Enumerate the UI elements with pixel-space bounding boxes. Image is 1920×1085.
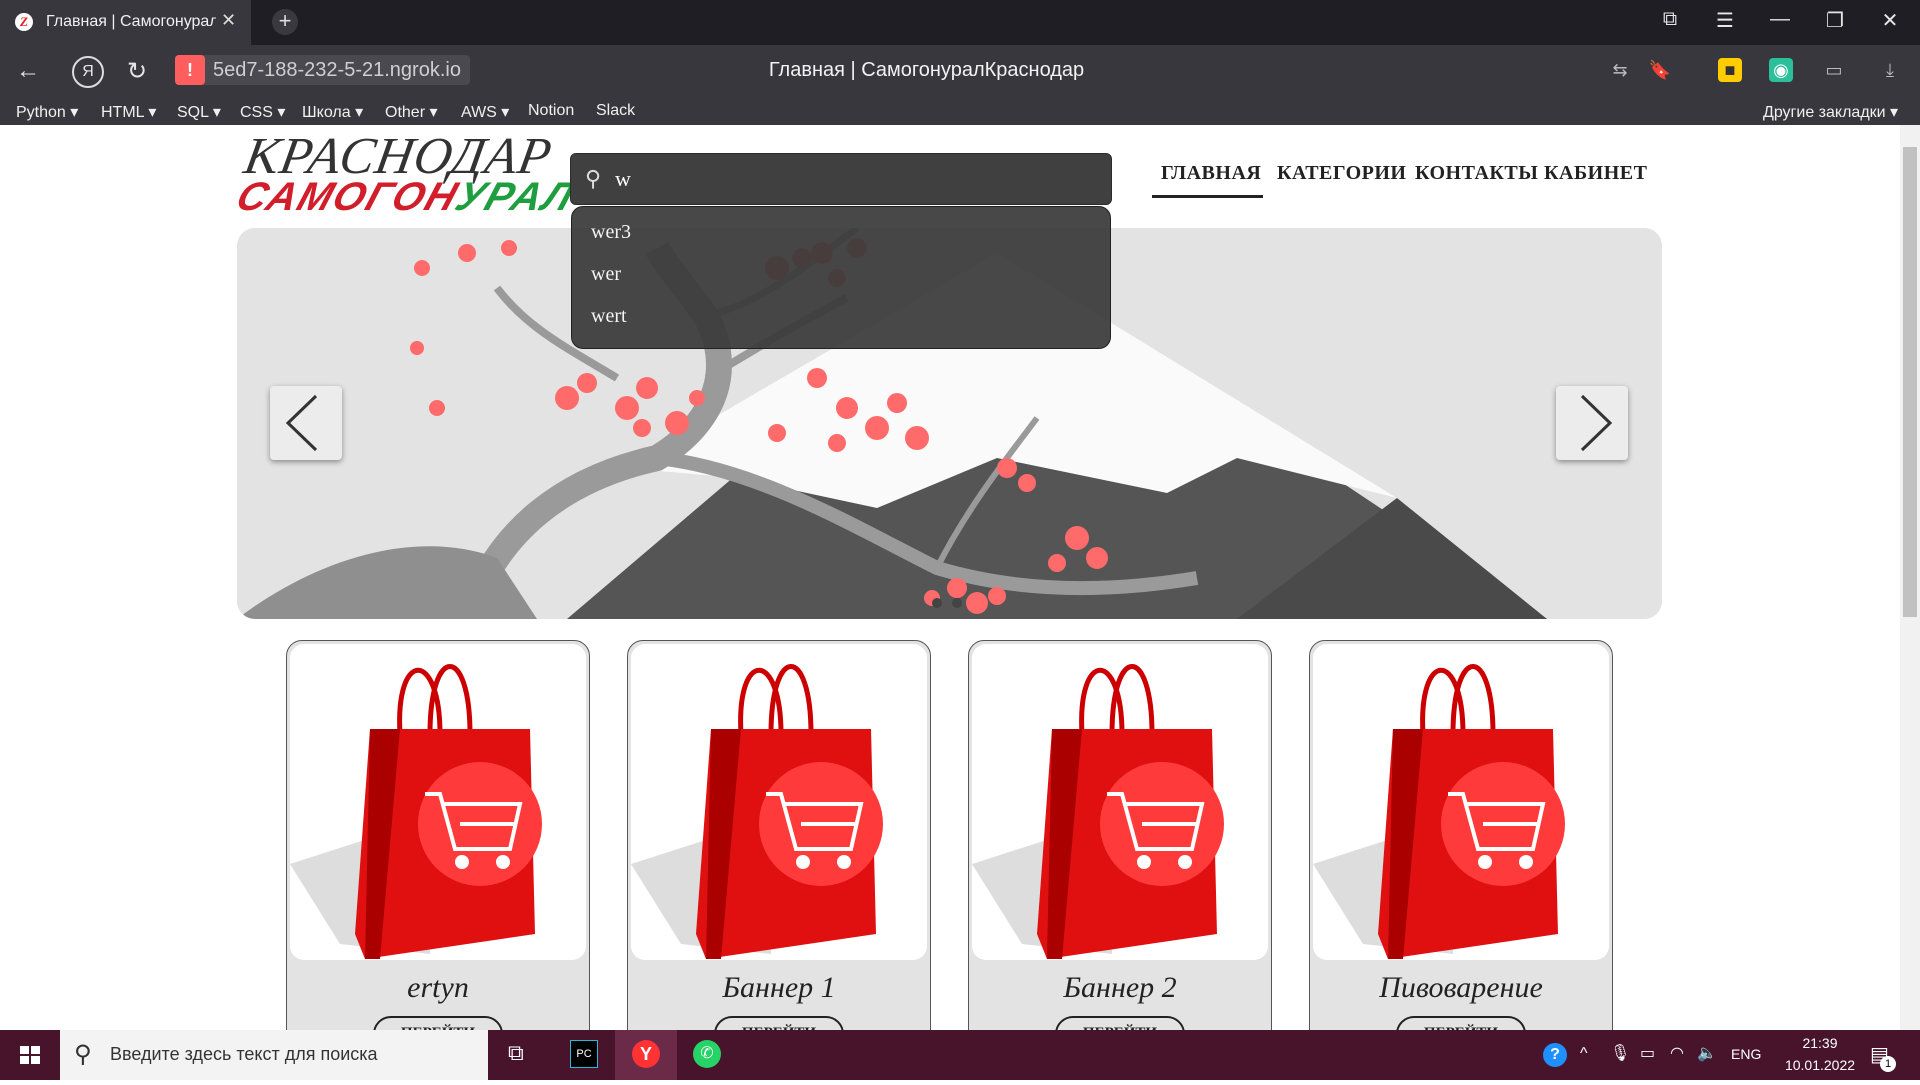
search-icon: ⚲ xyxy=(585,166,602,191)
bookmark-notion[interactable]: Notion xyxy=(528,102,574,120)
category-card[interactable]: Баннер 2 ПЕРЕЙТИ xyxy=(968,640,1272,1062)
notification-count-badge: 1 xyxy=(1880,1056,1896,1072)
search-icon: ⚲ xyxy=(74,1041,92,1068)
translate-icon[interactable]: ⇆ xyxy=(1608,58,1632,82)
other-bookmarks[interactable]: Другие закладки ▾ xyxy=(1763,102,1898,122)
category-card[interactable]: Баннер 1 ПЕРЕЙТИ xyxy=(627,640,931,1062)
shopping-bag-image xyxy=(290,644,586,960)
nav-cabinet[interactable]: КАБИНЕТ xyxy=(1544,162,1647,185)
taskbar-search-placeholder: Введите здесь текст для поиска xyxy=(110,1044,378,1064)
windows-start-button[interactable] xyxy=(0,1030,60,1080)
shopping-bag-image xyxy=(1313,644,1609,960)
tab-title: Главная | Самогонурал xyxy=(46,13,216,30)
task-view-icon[interactable]: ⧉ xyxy=(508,1040,524,1066)
logo-brand-green: УРАЛ xyxy=(450,175,581,219)
bookmark-aws[interactable]: AWS ▾ xyxy=(461,102,509,122)
pycharm-icon[interactable]: PC xyxy=(570,1040,598,1068)
extension-green-icon[interactable]: ◉ xyxy=(1769,58,1793,82)
volume-icon[interactable]: 🔈 xyxy=(1697,1043,1717,1063)
bookmarks-bar xyxy=(0,97,1920,125)
card-title[interactable]: ertyn xyxy=(287,971,589,1005)
chevron-up-icon[interactable]: ^ xyxy=(1580,1045,1588,1063)
suggestion-item[interactable]: wer3 xyxy=(591,221,631,244)
shopping-bag-icon xyxy=(1313,664,1565,959)
collections-icon[interactable]: ⧉ xyxy=(1650,8,1690,31)
nav-contacts[interactable]: КОНТАКТЫ xyxy=(1415,162,1538,185)
battery-icon[interactable]: ▭ xyxy=(1640,1043,1655,1063)
bookmark-html[interactable]: HTML ▾ xyxy=(101,102,156,122)
reading-list-icon[interactable]: ▭ xyxy=(1822,58,1846,82)
bookmark-school[interactable]: Школа ▾ xyxy=(302,102,363,122)
page-title: Главная | СамогонуралКраснодар xyxy=(768,59,1085,81)
bookmark-css[interactable]: CSS ▾ xyxy=(240,102,285,122)
logo-brand-red: САМОГОН xyxy=(231,175,465,219)
shopping-bag-image xyxy=(972,644,1268,960)
language-indicator[interactable]: ENG xyxy=(1731,1046,1761,1062)
downloads-icon[interactable]: ⤓ xyxy=(1878,58,1902,82)
bookmark-icon[interactable]: 🔖 xyxy=(1648,58,1672,82)
browser-tab-active[interactable]: Z Главная | Самогонурал ✕ xyxy=(0,0,251,45)
microphone-icon[interactable]: 🎙 xyxy=(1610,1043,1630,1063)
whatsapp-icon[interactable]: ✆ xyxy=(693,1040,721,1068)
close-tab-icon[interactable]: ✕ xyxy=(221,10,236,31)
browser-menu-icon[interactable]: ☰ xyxy=(1705,8,1745,33)
site-favicon-icon: Z xyxy=(15,13,33,31)
shopping-bag-icon xyxy=(631,664,883,959)
wifi-icon[interactable]: ◠ xyxy=(1670,1043,1684,1063)
nav-home[interactable]: ГЛАВНАЯ xyxy=(1161,162,1261,185)
search-box[interactable]: ⚲ xyxy=(570,153,1112,205)
category-card[interactable]: Пивоварение ПЕРЕЙТИ xyxy=(1309,640,1613,1062)
bookmark-sql[interactable]: SQL ▾ xyxy=(177,102,221,122)
search-input[interactable] xyxy=(613,162,1097,196)
restore-icon[interactable]: ❐ xyxy=(1815,8,1855,33)
chevron-right-icon xyxy=(1580,394,1613,452)
active-nav-indicator xyxy=(1152,195,1263,198)
shopping-bag-icon xyxy=(290,664,542,959)
card-title[interactable]: Пивоварение xyxy=(1310,971,1612,1005)
category-card[interactable]: ertyn ПЕРЕЙТИ xyxy=(286,640,590,1062)
windows-logo-icon xyxy=(20,1046,40,1064)
carousel-prev-button[interactable] xyxy=(270,386,342,460)
shopping-bag-image xyxy=(631,644,927,960)
search-suggestions: wer3 wer wert xyxy=(571,206,1111,349)
extension-icon[interactable]: ■ xyxy=(1718,58,1742,82)
clock-date[interactable]: 10.01.2022 xyxy=(1775,1057,1865,1073)
suggestion-item[interactable]: wert xyxy=(591,305,627,328)
logo-brand[interactable]: САМОГОНУРАЛ xyxy=(231,175,581,220)
card-title[interactable]: Баннер 2 xyxy=(969,971,1271,1005)
shopping-bag-icon xyxy=(972,664,1224,959)
minimize-icon[interactable]: — xyxy=(1760,8,1800,31)
card-title[interactable]: Баннер 1 xyxy=(628,971,930,1005)
yandex-browser-icon[interactable]: Y xyxy=(632,1040,660,1068)
bookmark-python[interactable]: Python ▾ xyxy=(16,102,78,122)
new-tab-button[interactable]: + xyxy=(272,9,298,35)
chevron-left-icon xyxy=(285,394,318,452)
clock-time[interactable]: 21:39 xyxy=(1790,1035,1850,1051)
scrollbar-thumb[interactable] xyxy=(1903,147,1917,617)
taskbar-search[interactable]: ⚲ Введите здесь текст для поиска xyxy=(60,1030,488,1080)
help-icon[interactable]: ? xyxy=(1543,1043,1567,1067)
nav-categories[interactable]: КАТЕГОРИИ xyxy=(1277,162,1406,185)
suggestion-item[interactable]: wer xyxy=(591,263,621,286)
bookmark-other[interactable]: Other ▾ xyxy=(385,102,438,122)
bookmark-slack[interactable]: Slack xyxy=(596,102,635,120)
close-window-icon[interactable]: ✕ xyxy=(1870,8,1910,33)
carousel-next-button[interactable] xyxy=(1556,386,1628,460)
